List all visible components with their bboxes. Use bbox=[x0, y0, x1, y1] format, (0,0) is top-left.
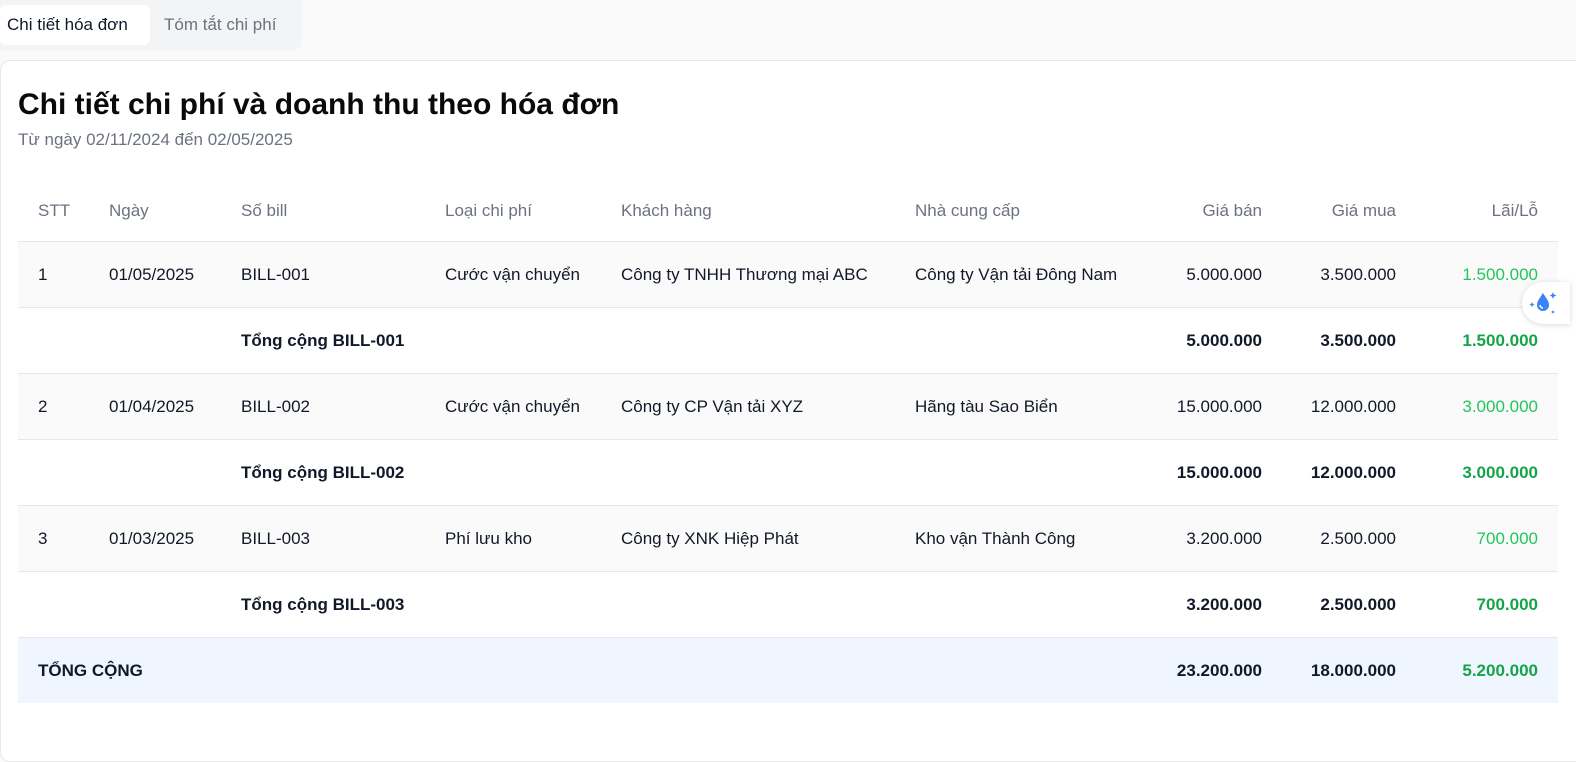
cell-supplier: Hãng tàu Sao Biển bbox=[915, 373, 1145, 440]
empty-cell bbox=[18, 439, 109, 506]
cell-profit-loss: 700.000 bbox=[1396, 505, 1558, 572]
cell-buying-price: 12.000.000 bbox=[1262, 373, 1396, 440]
subtotal-selling-price: 3.200.000 bbox=[1145, 571, 1262, 638]
cell-cost-type: Cước vận chuyển bbox=[445, 241, 621, 308]
grand-total-selling-price: 23.200.000 bbox=[1145, 637, 1262, 703]
cell-stt: 3 bbox=[18, 505, 109, 572]
subtotal-profit-loss: 3.000.000 bbox=[1396, 439, 1558, 506]
subtotal-buying-price: 3.500.000 bbox=[1262, 307, 1396, 374]
header-selling-price: Giá bán bbox=[1145, 180, 1262, 242]
table-row: 2 01/04/2025 BILL-002 Cước vận chuyển Cô… bbox=[18, 373, 1558, 440]
assistant-floating-button[interactable] bbox=[1522, 282, 1570, 324]
header-buying-price: Giá mua bbox=[1262, 180, 1396, 242]
empty-cell bbox=[18, 307, 109, 374]
subtotal-profit-loss: 700.000 bbox=[1396, 571, 1558, 638]
subtotal-label: Tổng cộng BILL-003 bbox=[241, 571, 445, 638]
subtotal-selling-price: 5.000.000 bbox=[1145, 307, 1262, 374]
grand-total-buying-price: 18.000.000 bbox=[1262, 637, 1396, 703]
empty-cell bbox=[109, 571, 241, 638]
cell-bill: BILL-002 bbox=[241, 373, 445, 440]
cell-date: 01/03/2025 bbox=[109, 505, 241, 572]
empty-cell bbox=[621, 439, 915, 506]
empty-cell bbox=[445, 439, 621, 506]
water-drop-sparkle-icon bbox=[1529, 292, 1557, 314]
header-supplier: Nhà cung cấp bbox=[915, 180, 1145, 242]
empty-cell bbox=[109, 439, 241, 506]
empty-cell bbox=[915, 571, 1145, 638]
empty-cell bbox=[18, 571, 109, 638]
cell-supplier: Công ty Vận tải Đông Nam bbox=[915, 241, 1145, 308]
header-date: Ngày bbox=[109, 180, 241, 242]
cell-selling-price: 15.000.000 bbox=[1145, 373, 1262, 440]
cell-buying-price: 3.500.000 bbox=[1262, 241, 1396, 308]
header-customer: Khách hàng bbox=[621, 180, 915, 242]
table-header-row: STT Ngày Số bill Loại chi phí Khách hàng… bbox=[18, 180, 1558, 242]
cell-bill: BILL-003 bbox=[241, 505, 445, 572]
cell-date: 01/04/2025 bbox=[109, 373, 241, 440]
cell-cost-type: Phí lưu kho bbox=[445, 505, 621, 572]
cell-profit-loss: 3.000.000 bbox=[1396, 373, 1558, 440]
cell-selling-price: 5.000.000 bbox=[1145, 241, 1262, 308]
cell-buying-price: 2.500.000 bbox=[1262, 505, 1396, 572]
subtotal-buying-price: 12.000.000 bbox=[1262, 439, 1396, 506]
cell-stt: 2 bbox=[18, 373, 109, 440]
subtotal-label: Tổng cộng BILL-002 bbox=[241, 439, 445, 506]
grand-total-label: TỔNG CỘNG bbox=[18, 637, 241, 703]
subtotal-row: Tổng cộng BILL-003 3.200.000 2.500.000 7… bbox=[18, 571, 1558, 638]
table-row: 3 01/03/2025 BILL-003 Phí lưu kho Công t… bbox=[18, 505, 1558, 572]
invoice-table: STT Ngày Số bill Loại chi phí Khách hàng… bbox=[18, 180, 1558, 703]
cell-date: 01/05/2025 bbox=[109, 241, 241, 308]
cell-cost-type: Cước vận chuyển bbox=[445, 373, 621, 440]
cell-supplier: Kho vận Thành Công bbox=[915, 505, 1145, 572]
tab-bar: Chi tiết hóa đơn Tóm tắt chi phí bbox=[0, 0, 302, 50]
empty-cell bbox=[915, 439, 1145, 506]
cell-selling-price: 3.200.000 bbox=[1145, 505, 1262, 572]
grand-total-row: TỔNG CỘNG 23.200.000 18.000.000 5.200.00… bbox=[18, 637, 1558, 703]
empty-cell bbox=[241, 637, 445, 703]
empty-cell bbox=[445, 637, 621, 703]
cell-stt: 1 bbox=[18, 241, 109, 308]
table-row: 1 01/05/2025 BILL-001 Cước vận chuyển Cô… bbox=[18, 241, 1558, 308]
cell-customer: Công ty CP Vận tải XYZ bbox=[621, 373, 915, 440]
subtotal-label: Tổng cộng BILL-001 bbox=[241, 307, 445, 374]
header-stt: STT bbox=[18, 180, 109, 242]
cell-customer: Công ty TNHH Thương mại ABC bbox=[621, 241, 915, 308]
empty-cell bbox=[915, 307, 1145, 374]
subtotal-buying-price: 2.500.000 bbox=[1262, 571, 1396, 638]
tab-invoice-detail[interactable]: Chi tiết hóa đơn bbox=[0, 5, 150, 45]
empty-cell bbox=[109, 307, 241, 374]
empty-cell bbox=[445, 571, 621, 638]
date-range-subtitle: Từ ngày 02/11/2024 đến 02/05/2025 bbox=[18, 130, 293, 149]
tab-cost-summary[interactable]: Tóm tắt chi phí bbox=[164, 5, 276, 45]
empty-cell bbox=[445, 307, 621, 374]
cell-customer: Công ty XNK Hiệp Phát bbox=[621, 505, 915, 572]
header-bill: Số bill bbox=[241, 180, 445, 242]
empty-cell bbox=[915, 637, 1145, 703]
subtotal-row: Tổng cộng BILL-002 15.000.000 12.000.000… bbox=[18, 439, 1558, 506]
header-cost-type: Loại chi phí bbox=[445, 180, 621, 242]
page-title: Chi tiết chi phí và doanh thu theo hóa đ… bbox=[18, 88, 620, 121]
grand-total-profit-loss: 5.200.000 bbox=[1396, 637, 1558, 703]
empty-cell bbox=[621, 637, 915, 703]
cell-bill: BILL-001 bbox=[241, 241, 445, 308]
empty-cell bbox=[621, 571, 915, 638]
header-profit-loss: Lãi/Lỗ bbox=[1396, 180, 1558, 242]
subtotal-row: Tổng cộng BILL-001 5.000.000 3.500.000 1… bbox=[18, 307, 1558, 374]
empty-cell bbox=[621, 307, 915, 374]
subtotal-selling-price: 15.000.000 bbox=[1145, 439, 1262, 506]
